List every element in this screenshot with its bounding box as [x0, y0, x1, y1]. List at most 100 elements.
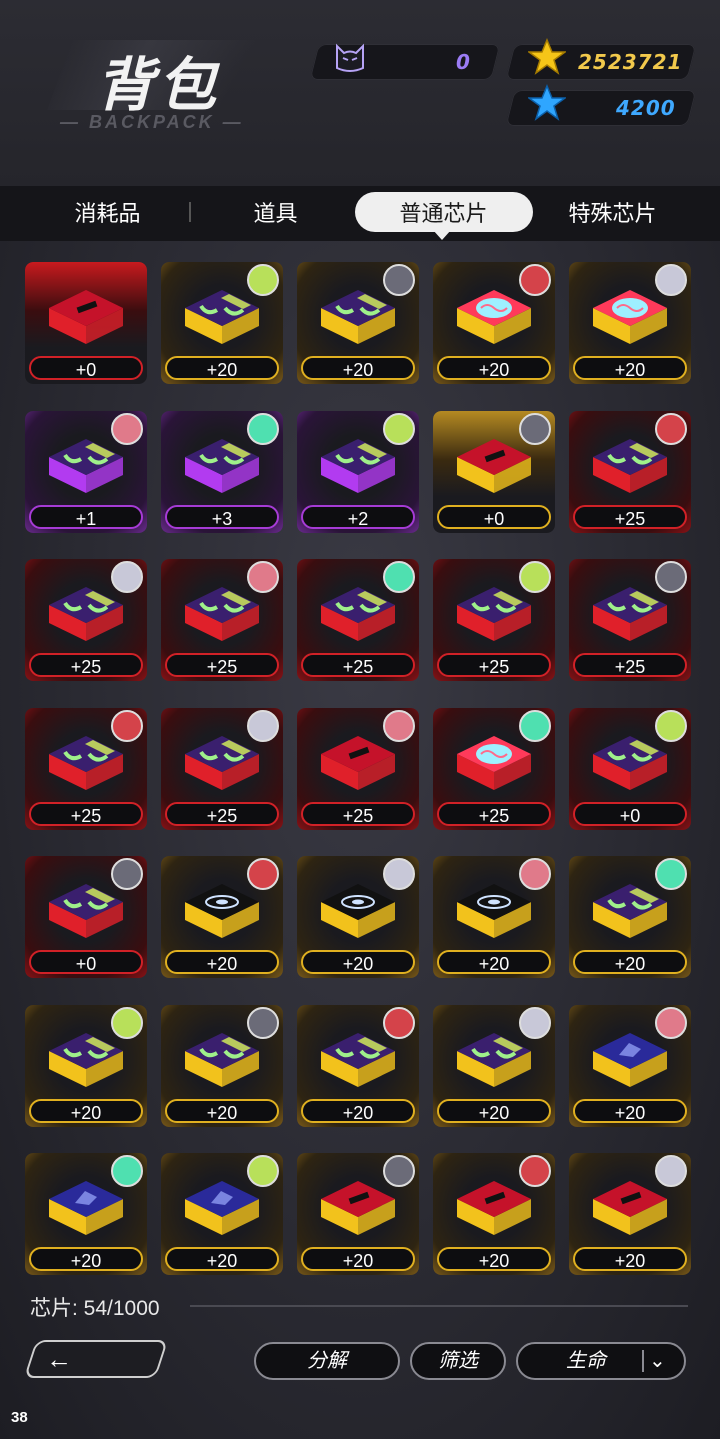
green-pattern-chip-icon — [589, 581, 671, 651]
chip-level-label: +20 — [573, 1098, 687, 1123]
chip-slot[interactable]: +25 — [297, 707, 419, 830]
chip-slot[interactable]: +20 — [161, 856, 283, 978]
tab-items[interactable]: 道具 — [208, 186, 343, 241]
character-avatar-icon — [111, 412, 143, 445]
chip-level-label: +0 — [29, 356, 143, 380]
chip-level-label: +25 — [573, 504, 687, 529]
page-title: 背包 — [96, 51, 221, 119]
capacity-line — [190, 1305, 688, 1307]
green-pattern-chip-icon — [181, 433, 263, 503]
character-avatar-icon — [111, 1006, 143, 1039]
character-avatar-icon — [519, 264, 551, 296]
chip-slot[interactable]: +20 — [433, 262, 555, 384]
chip-slot[interactable]: +25 — [161, 707, 283, 830]
character-avatar-icon — [655, 709, 687, 742]
blue-currency-value: 4200 — [616, 96, 676, 120]
chip-slot[interactable]: +25 — [433, 707, 555, 830]
decompose-button[interactable]: 分解 — [254, 1342, 400, 1380]
chip-level-label: +20 — [301, 1247, 415, 1271]
green-pattern-chip-icon — [181, 581, 263, 651]
chip-count: 芯片: 54/1000 — [30, 1297, 160, 1320]
chip-slot[interactable]: +25 — [25, 707, 147, 830]
chevron-down-icon[interactable]: ⌄ — [649, 1348, 666, 1373]
tab-normal-chips[interactable]: 普通芯片 — [376, 186, 511, 241]
chip-slot[interactable]: +20 — [297, 856, 419, 978]
character-avatar-icon — [247, 1006, 279, 1039]
character-avatar-icon — [247, 561, 279, 593]
green-pattern-chip-icon — [453, 1027, 535, 1097]
red-cartridge-chip-icon — [453, 1175, 535, 1245]
chip-slot[interactable]: +2 — [297, 410, 419, 533]
chip-level-label: +20 — [301, 1098, 415, 1123]
chip-slot[interactable]: +20 — [433, 1153, 555, 1275]
chip-level-label: +20 — [573, 1247, 687, 1271]
arrow-left-icon: ← — [46, 1344, 72, 1374]
chip-slot[interactable]: +20 — [297, 262, 419, 384]
character-avatar-icon — [519, 858, 551, 890]
character-avatar-icon — [383, 264, 415, 296]
brain-chip-icon — [589, 284, 671, 354]
chip-slot[interactable]: +3 — [161, 410, 283, 533]
character-avatar-icon — [519, 1006, 551, 1039]
green-pattern-chip-icon — [317, 284, 399, 354]
chip-level-label: +3 — [165, 504, 279, 529]
character-avatar-icon — [247, 1155, 279, 1187]
chip-level-label: +20 — [301, 950, 415, 974]
green-pattern-chip-icon — [317, 581, 399, 651]
chip-level-label: +20 — [437, 950, 551, 974]
chip-level-label: +20 — [573, 356, 687, 380]
gold-currency-value: 2523721 — [578, 50, 683, 74]
character-avatar-icon — [519, 709, 551, 742]
vortex-chip-icon — [181, 878, 263, 948]
chip-slot[interactable]: +20 — [297, 1004, 419, 1127]
chip-level-label: +20 — [437, 1247, 551, 1271]
chip-slot[interactable]: +25 — [569, 410, 691, 533]
vortex-chip-icon — [317, 878, 399, 948]
character-avatar-icon — [247, 412, 279, 445]
cat-currency-value: 0 — [456, 50, 471, 74]
green-pattern-chip-icon — [181, 1027, 263, 1097]
character-avatar-icon — [655, 412, 687, 445]
chip-slot[interactable]: +20 — [569, 1004, 691, 1127]
chip-level-label: +20 — [165, 356, 279, 380]
chip-slot[interactable]: +0 — [433, 410, 555, 533]
chip-slot[interactable]: +20 — [161, 262, 283, 384]
chip-level-label: +25 — [165, 801, 279, 826]
chip-slot[interactable]: +25 — [569, 559, 691, 681]
chip-slot[interactable]: +20 — [569, 856, 691, 978]
chip-slot[interactable]: +20 — [569, 1153, 691, 1275]
chip-slot[interactable]: +20 — [433, 856, 555, 978]
chip-slot[interactable]: +20 — [25, 1153, 147, 1275]
chip-slot[interactable]: +0 — [569, 707, 691, 830]
chip-slot[interactable]: +20 — [433, 1004, 555, 1127]
chip-slot[interactable]: +20 — [25, 1004, 147, 1127]
chip-slot[interactable]: +1 — [25, 410, 147, 533]
chip-slot[interactable]: +25 — [161, 559, 283, 681]
chip-level-label: +2 — [301, 504, 415, 529]
character-avatar-icon — [247, 858, 279, 890]
cat-face-icon — [332, 38, 368, 74]
chip-slot[interactable]: +0 — [25, 262, 147, 384]
character-avatar-icon — [655, 264, 687, 296]
green-pattern-chip-icon — [45, 581, 127, 651]
green-pattern-chip-icon — [589, 730, 671, 800]
red-cartridge-chip-icon — [317, 730, 399, 800]
chip-slot[interactable]: +20 — [569, 262, 691, 384]
chip-slot[interactable]: +20 — [297, 1153, 419, 1275]
tab-special-chips[interactable]: 特殊芯片 — [545, 186, 680, 241]
tab-consumables[interactable]: 消耗品 — [40, 186, 175, 241]
chip-level-label: +25 — [301, 801, 415, 826]
chip-level-label: +20 — [29, 1098, 143, 1123]
chip-slot[interactable]: +20 — [161, 1004, 283, 1127]
chip-level-label: +20 — [437, 1098, 551, 1123]
chip-level-label: +25 — [29, 801, 143, 826]
filter-button[interactable]: 筛选 — [410, 1342, 506, 1380]
brain-chip-icon — [453, 284, 535, 354]
chip-slot[interactable]: +25 — [25, 559, 147, 681]
chip-slot[interactable]: +25 — [297, 559, 419, 681]
character-avatar-icon — [247, 264, 279, 296]
chip-slot[interactable]: +0 — [25, 856, 147, 978]
chip-slot[interactable]: +20 — [161, 1153, 283, 1275]
chip-slot[interactable]: +25 — [433, 559, 555, 681]
chip-level-label: +25 — [301, 653, 415, 677]
